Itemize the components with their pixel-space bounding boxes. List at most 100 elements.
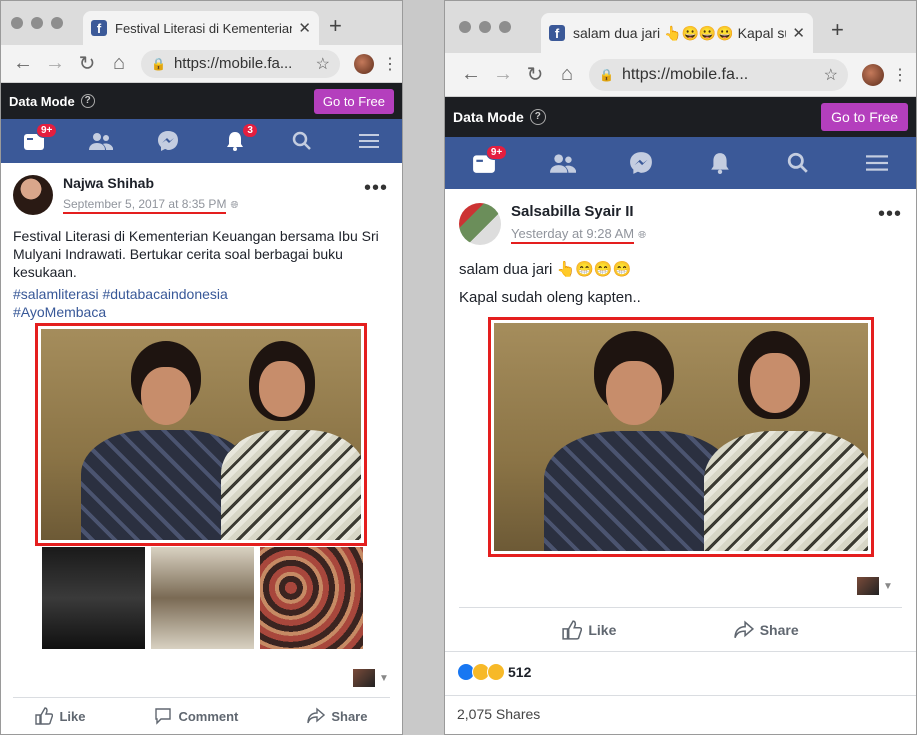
photo-thumbnail[interactable] <box>260 547 363 649</box>
close-tab-icon[interactable]: ✕ <box>298 19 311 37</box>
help-icon[interactable]: ? <box>80 94 95 108</box>
photo-thumbnail[interactable] <box>151 547 254 649</box>
reaction-icons <box>457 663 505 681</box>
reload-icon[interactable]: ↻ <box>71 51 103 76</box>
share-button[interactable]: Share <box>307 707 367 725</box>
reactions-summary[interactable]: 512 <box>457 663 531 681</box>
comment-bubble-icon <box>155 708 172 725</box>
photo-two-women <box>41 329 361 540</box>
more-options-icon[interactable]: ••• <box>364 177 388 200</box>
post-line-2: Kapal sudah oleng kapten.. <box>459 289 641 306</box>
close-tab-icon[interactable]: ✕ <box>792 24 805 42</box>
menu-hamburger-icon[interactable] <box>356 129 382 153</box>
title-bar: f salam dua jari 👆😀😀😀 Kapal sudah oleng … <box>445 1 916 53</box>
post-main-photo[interactable] <box>488 317 874 557</box>
data-mode-label: Data Mode <box>9 93 75 109</box>
reload-icon[interactable]: ↻ <box>519 62 551 87</box>
viewer-selector[interactable]: ▼ <box>857 577 893 595</box>
thumbs-up-icon <box>35 707 54 725</box>
public-globe-icon: 🌐︎ <box>230 200 239 211</box>
shares-count[interactable]: 2,075 Shares <box>457 706 540 722</box>
post-main-photo[interactable] <box>35 323 367 546</box>
divider <box>13 697 390 698</box>
data-mode-bar: Data Mode ? Go to Free <box>1 83 402 119</box>
post-text: Festival Literasi di Kementerian Keuanga… <box>13 228 379 280</box>
post-meta: Najwa Shihab September 5, 2017 at 8:35 P… <box>63 175 238 214</box>
bookmark-star-icon[interactable]: ☆ <box>824 65 838 85</box>
data-mode-label: Data Mode <box>453 109 524 125</box>
friends-icon[interactable] <box>549 151 576 175</box>
share-button[interactable]: Share <box>734 620 799 640</box>
comment-label: Comment <box>178 708 239 724</box>
author-avatar[interactable] <box>459 203 501 245</box>
share-label: Share <box>759 622 799 638</box>
post-line-1: salam dua jari 👆😁😁😁 <box>459 261 632 278</box>
data-mode-bar: Data Mode ? Go to Free <box>445 97 916 137</box>
maximize-window-dot[interactable] <box>499 21 511 33</box>
close-window-dot[interactable] <box>459 21 471 33</box>
news-feed-badge: 9+ <box>36 123 58 138</box>
messenger-icon[interactable] <box>155 129 181 153</box>
friends-icon[interactable] <box>88 129 114 153</box>
facebook-favicon-icon: f <box>549 25 565 41</box>
forward-arrow-icon[interactable]: → <box>39 52 71 75</box>
browser-menu-icon[interactable]: ⋮ <box>892 65 908 85</box>
like-label: Like <box>59 708 86 724</box>
search-icon[interactable] <box>785 151 811 175</box>
lock-icon: 🔒 <box>151 56 166 71</box>
like-button[interactable]: Like <box>562 620 616 640</box>
go-to-free-button[interactable]: Go to Free <box>313 88 394 114</box>
notifications-bell-icon[interactable] <box>707 151 733 175</box>
tab-title: Festival Literasi di Kementerian Keuanga… <box>115 20 293 36</box>
maximize-window-dot[interactable] <box>51 17 63 29</box>
notifications-bell-icon[interactable]: 3 <box>222 123 258 153</box>
author-name[interactable]: Najwa Shihab <box>63 175 238 191</box>
minimize-window-dot[interactable] <box>31 17 43 29</box>
address-bar[interactable]: 🔒 https://mobile.fa... ☆ <box>589 58 848 91</box>
author-name[interactable]: Salsabilla Syair II <box>511 203 646 220</box>
search-icon[interactable] <box>289 129 315 153</box>
like-label: Like <box>588 622 617 638</box>
news-feed-icon[interactable]: 9+ <box>21 123 58 153</box>
facebook-favicon-icon: f <box>91 20 107 36</box>
window-controls <box>11 17 63 29</box>
browser-menu-icon[interactable]: ⋮ <box>382 54 398 74</box>
more-options-icon[interactable]: ••• <box>878 203 902 226</box>
address-bar[interactable]: 🔒 https://mobile.fa... ☆ <box>141 49 340 78</box>
browser-tab[interactable]: f salam dua jari 👆😀😀😀 Kapal sudah oleng … <box>541 13 813 53</box>
post-hashtags-2[interactable]: #AyoMembaca <box>13 303 390 321</box>
home-icon[interactable]: ⌂ <box>103 52 135 75</box>
close-window-dot[interactable] <box>11 17 23 29</box>
new-tab-icon[interactable]: + <box>329 13 342 39</box>
forward-arrow-icon[interactable]: → <box>487 63 519 86</box>
like-button[interactable]: Like <box>35 707 85 725</box>
profile-avatar[interactable] <box>862 63 884 86</box>
photo-thumbnails <box>42 547 363 649</box>
bookmark-star-icon[interactable]: ☆ <box>316 54 330 74</box>
comment-button[interactable]: Comment <box>154 707 238 725</box>
divider <box>459 607 902 608</box>
help-icon[interactable]: ? <box>529 109 546 125</box>
photo-thumbnail[interactable] <box>42 547 145 649</box>
menu-hamburger-icon[interactable] <box>864 151 890 175</box>
author-avatar[interactable] <box>13 175 53 215</box>
feed-post: Najwa Shihab September 5, 2017 at 8:35 P… <box>1 163 402 333</box>
photo-figure <box>606 361 662 425</box>
messenger-icon[interactable] <box>628 151 654 175</box>
profile-avatar[interactable] <box>354 53 374 74</box>
post-hashtags-1[interactable]: #salamliterasi #dutabacaindonesia <box>13 285 390 303</box>
browser-tab[interactable]: f Festival Literasi di Kementerian Keuan… <box>83 11 319 45</box>
viewer-selector[interactable]: ▼ <box>353 669 389 687</box>
back-arrow-icon[interactable]: ← <box>455 63 487 86</box>
minimize-window-dot[interactable] <box>479 21 491 33</box>
back-arrow-icon[interactable]: ← <box>7 52 39 75</box>
photo-figure <box>259 361 305 417</box>
wow-reaction-icon <box>487 663 505 681</box>
new-tab-icon[interactable]: + <box>831 17 844 43</box>
go-to-free-button[interactable]: Go to Free <box>821 103 908 131</box>
post-date[interactable]: Yesterday at 9:28 AM <box>511 226 635 244</box>
post-date[interactable]: September 5, 2017 at 8:35 PM <box>63 197 227 214</box>
home-icon[interactable]: ⌂ <box>551 63 583 86</box>
notifications-badge: 3 <box>242 123 258 138</box>
news-feed-icon[interactable]: 9+ <box>471 145 508 175</box>
